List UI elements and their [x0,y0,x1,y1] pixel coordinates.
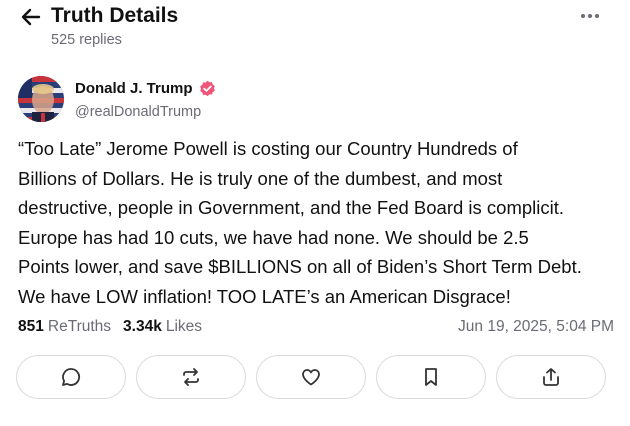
avatar[interactable] [18,76,64,122]
like-button[interactable] [256,355,366,399]
author-name: Donald J. Trump [75,80,193,97]
bookmark-button[interactable] [376,355,486,399]
likes-label: Likes [165,318,203,335]
post-actions [16,355,606,399]
post-text-line: “Too Late” Jerome Powell is costing our … [18,138,518,159]
retruths-stat[interactable]: 851 ReTruths [18,318,111,336]
reply-icon [62,368,80,386]
post-text-line: Points lower, and save $BILLIONS on all … [18,256,582,278]
likes-stat[interactable]: 3.34k Likes [123,318,202,336]
avatar-image [18,76,64,122]
page-header: Truth Details 525 replies [0,0,630,56]
author-name-row[interactable]: Donald J. Trump [75,80,216,97]
likes-count: 3.34k [123,318,162,335]
more-options-button[interactable] [578,8,602,24]
page-title: Truth Details [51,4,179,27]
more-icon [581,14,599,18]
retruth-button[interactable] [136,355,246,399]
reply-count: 525 replies [51,32,122,48]
post-text-line: Billions of Dollars. He is truly one of … [18,167,503,189]
author-handle[interactable]: @realDonaldTrump [75,104,201,120]
post-text-line: Europe has had 10 cuts, we have had none… [18,226,529,248]
reply-button[interactable] [16,355,126,399]
post-text-line: We have LOW inflation! TOO LATE’s an Ame… [18,285,511,307]
share-icon [543,368,559,386]
back-button[interactable] [20,6,42,28]
retruths-label: ReTruths [47,318,112,335]
like-icon [302,369,320,386]
bookmark-icon [425,368,437,386]
share-button[interactable] [496,355,606,399]
arrow-left-icon [21,8,41,26]
post-text: “Too Late” Jerome Powell is costing our … [18,134,618,312]
post-text-line: destructive, people in Government, and t… [18,197,565,219]
post-timestamp: Jun 19, 2025, 5:04 PM [458,318,614,335]
retruth-icon [183,368,199,386]
verified-badge-icon [199,80,216,97]
retruths-count: 851 [18,318,44,335]
post-stats: 851 ReTruths 3.34k Likes [18,318,202,336]
